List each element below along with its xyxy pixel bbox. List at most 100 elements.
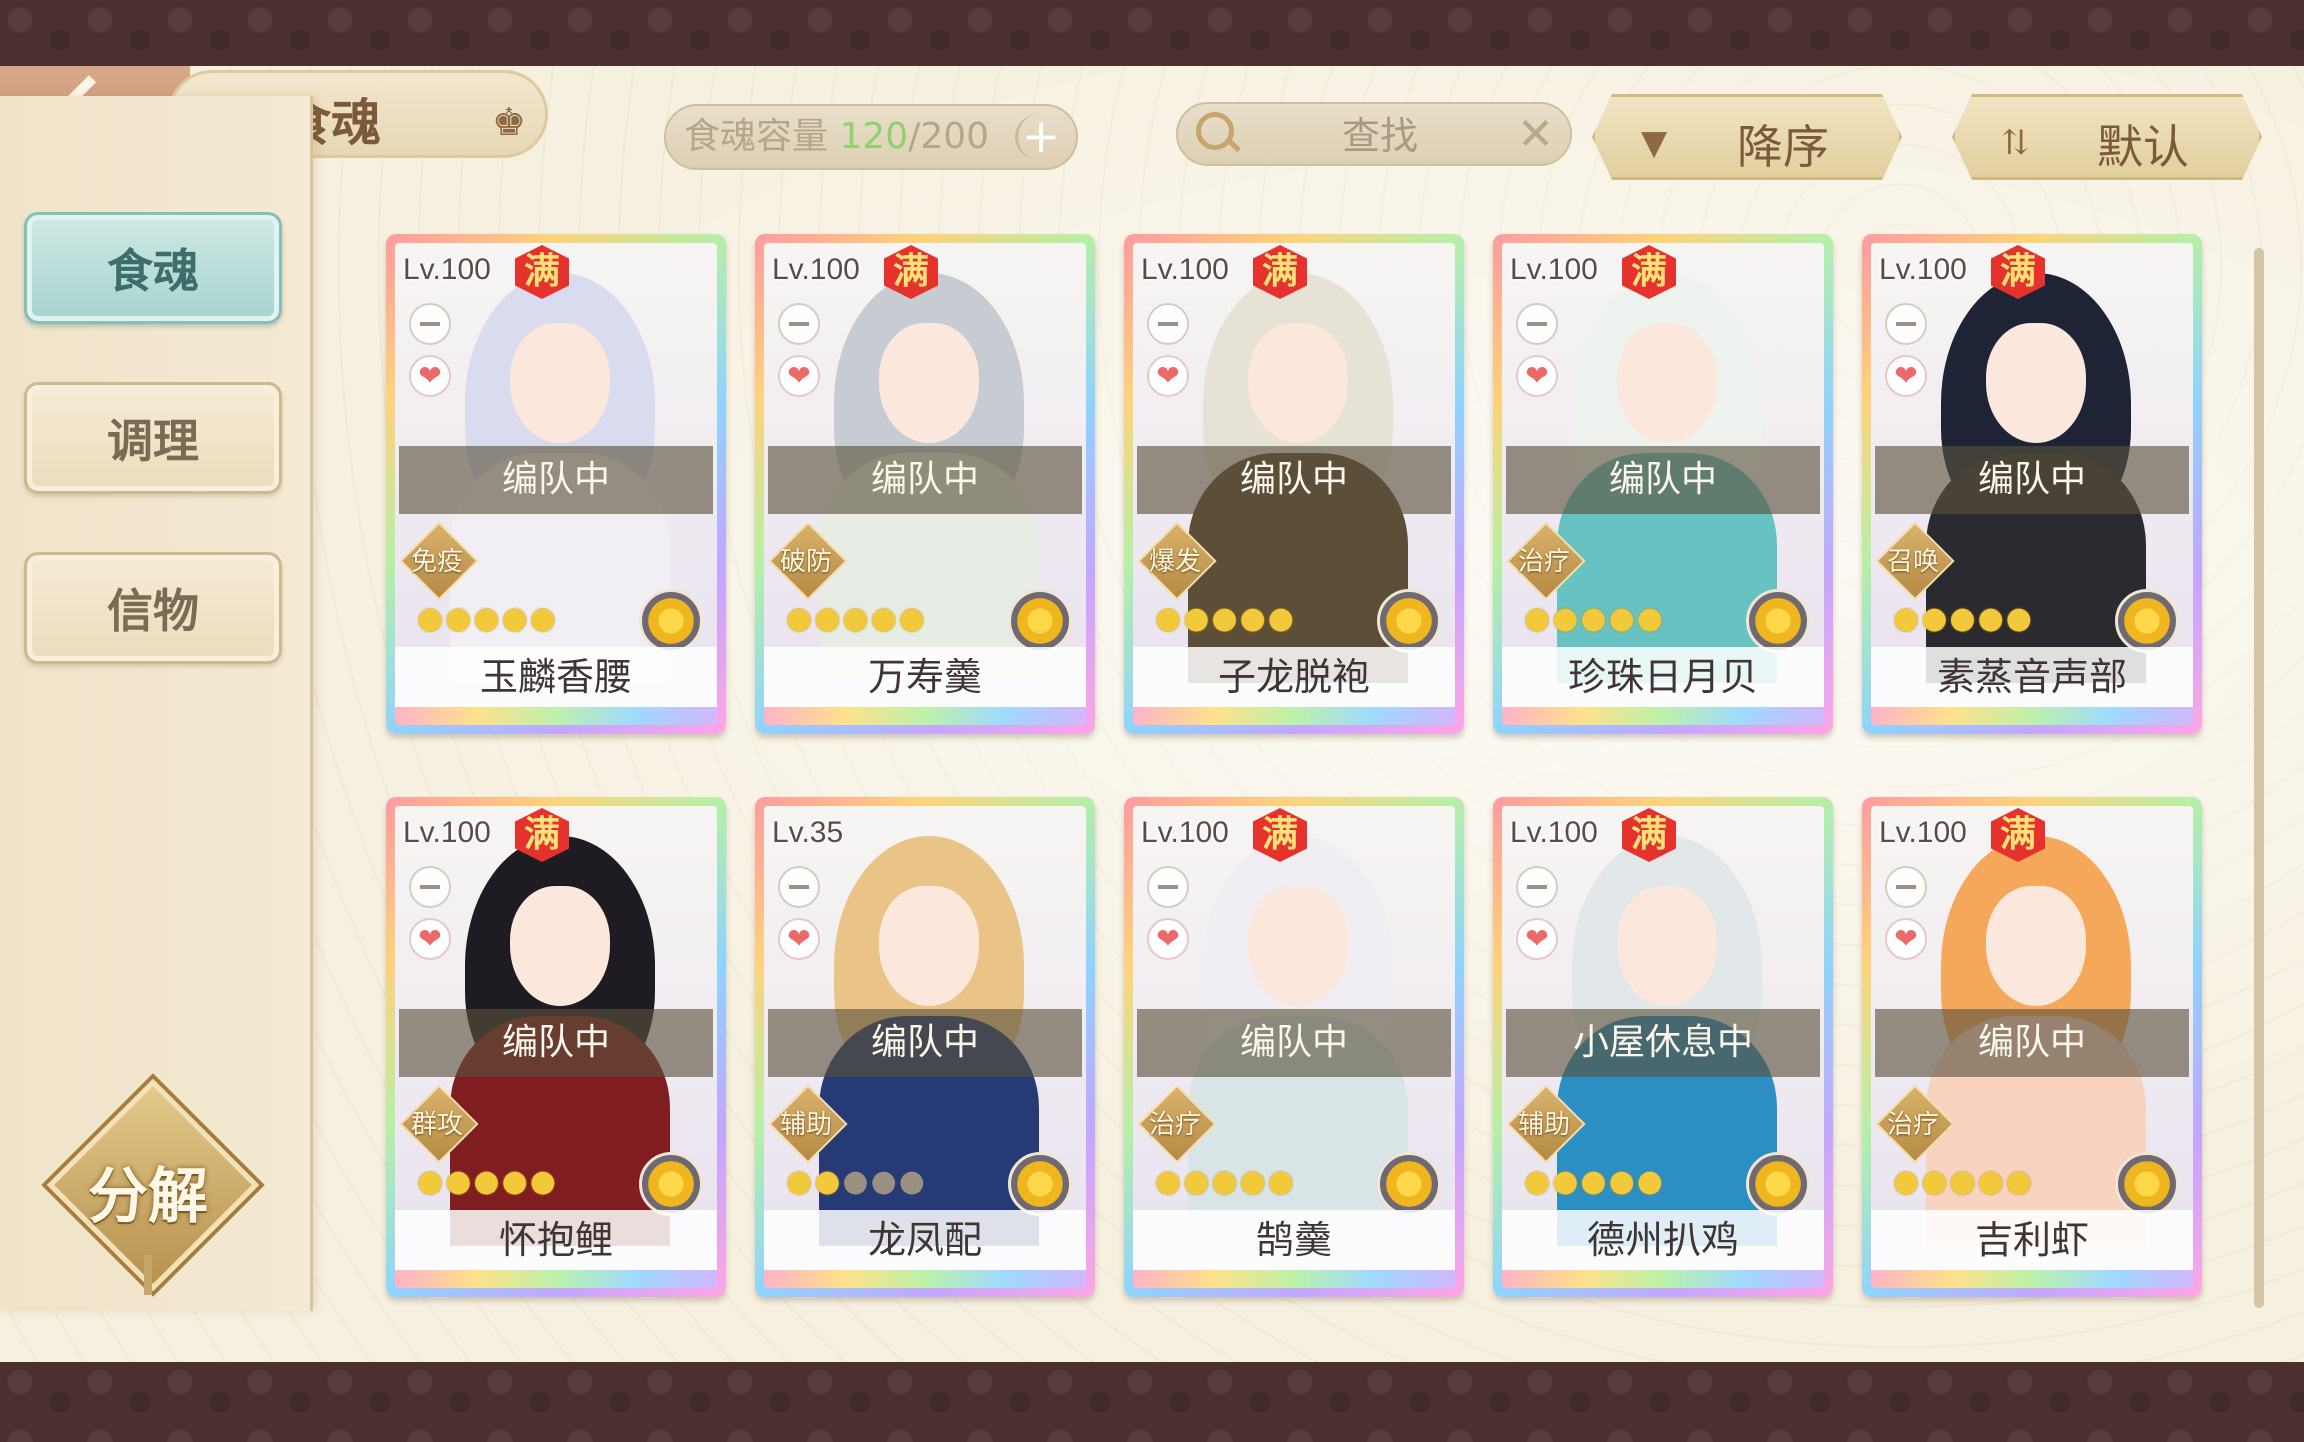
flower-icon [1008,589,1072,653]
heart-icon[interactable]: ❤ [409,918,451,960]
sidebar-item-tokens[interactable]: 信物 [24,552,282,664]
rainbow-strip [1133,1270,1455,1288]
minus-icon[interactable] [778,866,820,908]
star-icon: ● [1949,1164,1978,1199]
level-label: Lv.35 [772,816,844,849]
character-card[interactable]: Lv.100 满 ❤ 编队中 免疫 ●●●●● 玉麟香腰 [386,234,726,734]
card-body: Lv.100 满 ❤ 小屋休息中 辅助 ●●●●● 德州扒鸡 [1502,806,1824,1288]
heart-icon[interactable]: ❤ [778,355,820,397]
character-name: 德州扒鸡 [1502,1210,1824,1270]
character-card[interactable]: Lv.100 满 ❤ 编队中 召唤 ●●●●● 素蒸音声部 [1862,234,2202,734]
bottom-border [0,1362,2304,1442]
expand-capacity-button[interactable]: + [1015,113,1064,160]
sort-mode-button[interactable]: ⇅ 默认 [1952,94,2262,180]
character-name: 珍珠日月贝 [1502,647,1824,707]
star-icon: ● [1267,1164,1296,1199]
character-card[interactable]: Lv.35 ❤ 编队中 辅助 ●●●●● 龙凤配 [755,797,1095,1297]
rainbow-strip [764,707,1086,725]
star-icon: ● [814,601,843,636]
level-label: Lv.100 [1510,253,1598,286]
heart-icon[interactable]: ❤ [1516,918,1558,960]
character-card[interactable]: Lv.100 满 ❤ 小屋休息中 辅助 ●●●●● 德州扒鸡 [1493,797,1833,1297]
heart-icon[interactable]: ❤ [1147,355,1189,397]
character-card[interactable]: Lv.100 满 ❤ 编队中 群攻 ●●●●● 怀抱鲤 [386,797,726,1297]
star-icon: ● [1608,601,1637,636]
star-icon: ● [1580,1164,1609,1199]
star-rating: ●●●●● [1524,601,1665,636]
character-card[interactable]: Lv.100 满 ❤ 编队中 破防 ●●●●● 万寿羹 [755,234,1095,734]
star-icon: ● [786,1164,815,1199]
heart-icon[interactable]: ❤ [1147,918,1189,960]
rainbow-strip [1871,707,2193,725]
level-label: Lv.100 [1141,816,1229,849]
role-label: 群攻 [410,1110,463,1140]
role-label: 治疗 [1148,1110,1201,1140]
heart-icon[interactable]: ❤ [409,355,451,397]
status-banner: 编队中 [1875,446,2189,514]
role-badge: 群攻 [399,1084,479,1164]
star-icon: ● [1155,1164,1184,1199]
search-icon [1196,112,1234,150]
sidebar-item-conditioning[interactable]: 调理 [24,382,282,494]
star-icon: ● [1524,601,1553,636]
character-card[interactable]: Lv.100 满 ❤ 编队中 治疗 ●●●●● 吉利虾 [1862,797,2202,1297]
sort-order-button[interactable]: ▼ 降序 [1592,94,1902,180]
search-input[interactable] [1268,110,1492,162]
heart-icon[interactable]: ❤ [1516,355,1558,397]
card-body: Lv.100 满 ❤ 编队中 治疗 ●●●●● 鹄羹 [1133,806,1455,1288]
search-box[interactable]: ✕ [1176,102,1572,166]
minus-icon[interactable] [1147,303,1189,345]
character-name: 万寿羹 [764,647,1086,707]
role-badge: 治疗 [1875,1084,1955,1164]
star-icon: ● [417,601,446,636]
star-rating: ●●●●● [1155,601,1296,636]
rainbow-strip [1871,1270,2193,1288]
star-icon: ● [842,1164,871,1199]
heart-icon[interactable]: ❤ [1885,918,1927,960]
decompose-button[interactable]: 分解 [46,1078,260,1295]
role-label: 辅助 [779,1110,832,1140]
flower-icon [2115,589,2179,653]
level-label: Lv.100 [1141,253,1229,286]
character-card[interactable]: Lv.100 满 ❤ 编队中 治疗 ●●●●● 鹄羹 [1124,797,1464,1297]
card-body: Lv.100 满 ❤ 编队中 群攻 ●●●●● 怀抱鲤 [395,806,717,1288]
rainbow-strip [395,1270,717,1288]
role-badge: 免疫 [399,521,479,601]
status-banner: 编队中 [399,1009,713,1077]
sidebar-item-foodsoul[interactable]: 食魂 [24,212,282,324]
scrollbar[interactable] [2254,248,2264,1308]
star-icon: ● [1552,601,1581,636]
clear-search-icon[interactable]: ✕ [1517,110,1554,160]
card-body: Lv.35 ❤ 编队中 辅助 ●●●●● 龙凤配 [764,806,1086,1288]
star-icon: ● [1524,1164,1553,1199]
role-badge: 辅助 [768,1084,848,1164]
heart-icon[interactable]: ❤ [1885,355,1927,397]
scrollbar-thumb[interactable] [2254,248,2264,1308]
character-card[interactable]: Lv.100 满 ❤ 编队中 治疗 ●●●●● 珍珠日月贝 [1493,234,1833,734]
character-card[interactable]: Lv.100 满 ❤ 编队中 爆发 ●●●●● 子龙脱袍 [1124,234,1464,734]
heart-icon[interactable]: ❤ [778,918,820,960]
minus-icon[interactable] [1516,866,1558,908]
minus-icon[interactable] [1885,303,1927,345]
star-icon: ● [445,1164,474,1199]
star-icon: ● [870,1164,899,1199]
card-body: Lv.100 满 ❤ 编队中 治疗 ●●●●● 珍珠日月贝 [1502,243,1824,725]
level-label: Lv.100 [1879,253,1967,286]
minus-icon[interactable] [778,303,820,345]
role-badge: 召唤 [1875,521,1955,601]
flower-icon [2115,1152,2179,1216]
star-icon: ● [1893,1164,1922,1199]
minus-icon[interactable] [1885,866,1927,908]
rainbow-strip [1502,1270,1824,1288]
home-icon[interactable]: ♚ [492,100,526,144]
minus-icon[interactable] [409,866,451,908]
triangle-down-icon: ▼ [1641,123,1668,163]
star-icon: ● [2005,1164,2034,1199]
minus-icon[interactable] [1516,303,1558,345]
minus-icon[interactable] [409,303,451,345]
minus-icon[interactable] [1147,866,1189,908]
star-icon: ● [1211,1164,1240,1199]
star-icon: ● [1580,601,1609,636]
role-label: 治疗 [1517,547,1570,577]
star-rating: ●●●●● [417,1164,558,1199]
